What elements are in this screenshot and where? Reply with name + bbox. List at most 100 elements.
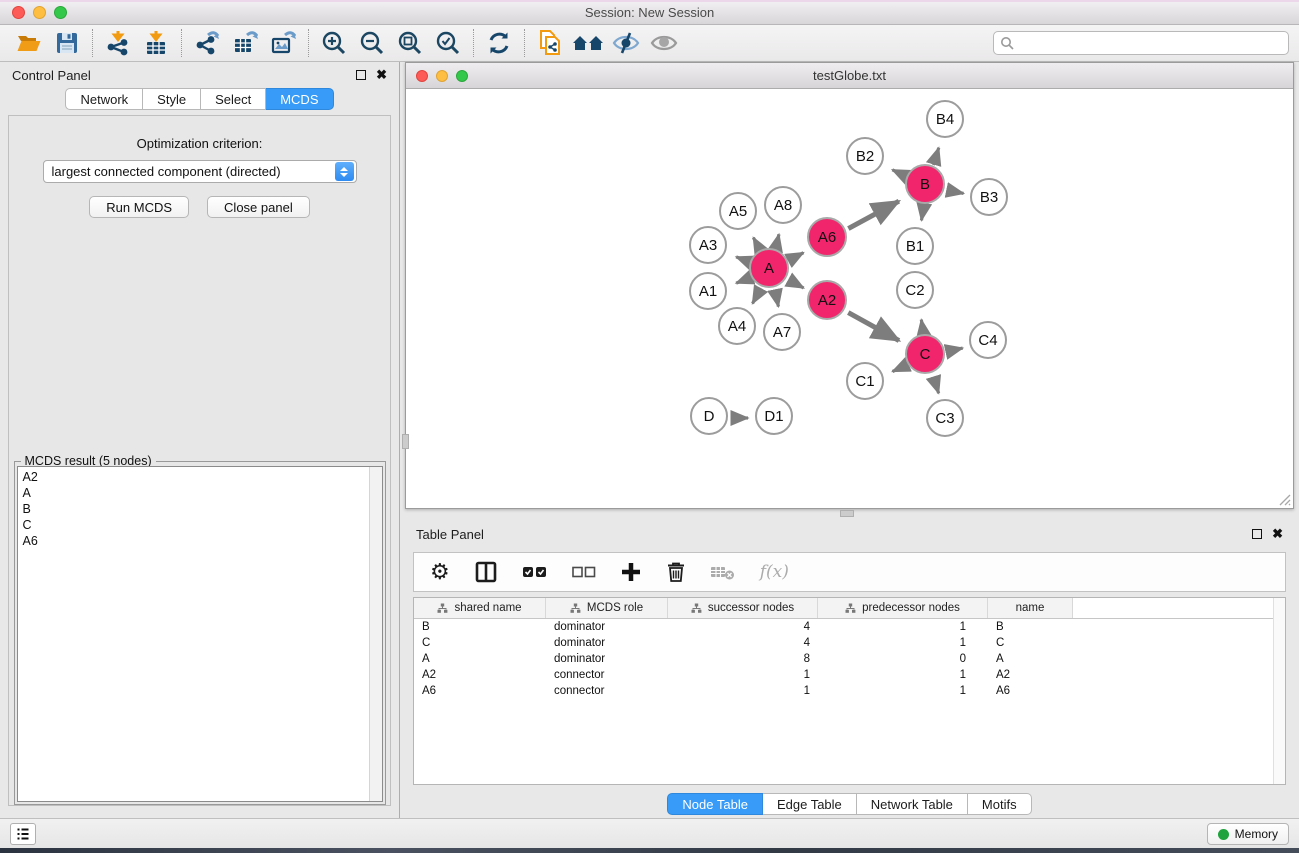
criterion-dropdown[interactable]: largest connected component (directed) xyxy=(43,160,357,183)
import-table-icon[interactable] xyxy=(137,27,175,59)
edge-A-A3[interactable] xyxy=(736,257,750,262)
hide-details-icon[interactable] xyxy=(607,27,645,59)
tab-mcds[interactable]: MCDS xyxy=(266,88,333,110)
bottom-splitter-handle[interactable] xyxy=(840,510,854,517)
edge-A-A2[interactable] xyxy=(790,281,803,288)
select-all-icon[interactable] xyxy=(522,557,548,587)
graph-node-b3[interactable]: B3 xyxy=(970,178,1008,216)
graph-node-d[interactable]: D xyxy=(690,397,728,435)
resize-grip[interactable] xyxy=(1277,492,1291,506)
result-scrollbar[interactable] xyxy=(369,467,382,801)
home-first-neighbors-icon[interactable] xyxy=(569,27,607,59)
function-builder-icon[interactable]: f(x) xyxy=(760,557,789,587)
search-input[interactable] xyxy=(1014,36,1282,50)
edge-C-C3[interactable] xyxy=(934,377,939,393)
close-panel-icon[interactable]: ✖ xyxy=(376,70,387,80)
edge-B-B3[interactable] xyxy=(949,190,964,193)
edge-A-A4[interactable] xyxy=(753,289,761,303)
network-zoom-button[interactable] xyxy=(456,70,468,82)
edge-A2-C[interactable] xyxy=(848,313,899,341)
show-details-icon[interactable] xyxy=(645,27,683,59)
deselect-all-icon[interactable] xyxy=(572,557,596,587)
tab-node-table[interactable]: Node Table xyxy=(667,793,763,815)
graph-node-c4[interactable]: C4 xyxy=(969,321,1007,359)
float-table-panel-icon[interactable] xyxy=(1252,529,1262,539)
export-network-icon[interactable] xyxy=(188,27,226,59)
edge-C-C1[interactable] xyxy=(893,365,907,371)
table-row[interactable]: Cdominator41C xyxy=(414,635,1285,651)
column-header-shared-name[interactable]: shared name xyxy=(414,598,546,618)
edge-A-A6[interactable] xyxy=(790,253,803,260)
close-window-button[interactable] xyxy=(12,6,25,19)
network-minimize-button[interactable] xyxy=(436,70,448,82)
edge-C-C2[interactable] xyxy=(921,320,923,335)
tab-network-table[interactable]: Network Table xyxy=(857,793,968,815)
graph-node-d1[interactable]: D1 xyxy=(755,397,793,435)
edge-A-A7[interactable] xyxy=(775,292,778,307)
duplicate-network-icon[interactable] xyxy=(531,27,569,59)
edge-A-A5[interactable] xyxy=(753,238,760,251)
delete-table-icon[interactable] xyxy=(710,557,736,587)
graph-node-a6[interactable]: A6 xyxy=(807,217,847,257)
table-row[interactable]: A6connector11A6 xyxy=(414,683,1285,699)
close-table-panel-icon[interactable]: ✖ xyxy=(1272,529,1283,539)
graph-node-a4[interactable]: A4 xyxy=(718,307,756,345)
zoom-in-icon[interactable] xyxy=(315,27,353,59)
table-scrollbar[interactable] xyxy=(1273,598,1285,784)
graph-node-b[interactable]: B xyxy=(905,164,945,204)
tab-edge-table[interactable]: Edge Table xyxy=(763,793,857,815)
export-image-icon[interactable] xyxy=(264,27,302,59)
graph-node-b2[interactable]: B2 xyxy=(846,137,884,175)
left-splitter-handle[interactable] xyxy=(402,434,409,449)
table-settings-icon[interactable]: ⚙ xyxy=(430,557,450,587)
mcds-result-item[interactable]: B xyxy=(18,501,382,517)
mcds-result-item[interactable]: C xyxy=(18,517,382,533)
run-mcds-button[interactable]: Run MCDS xyxy=(89,196,189,218)
edge-A-A8[interactable] xyxy=(776,234,779,248)
column-header-name[interactable]: name xyxy=(988,598,1073,618)
open-file-icon[interactable] xyxy=(10,27,48,59)
zoom-window-button[interactable] xyxy=(54,6,67,19)
column-header-predecessor-nodes[interactable]: predecessor nodes xyxy=(818,598,988,618)
import-network-icon[interactable] xyxy=(99,27,137,59)
tab-select[interactable]: Select xyxy=(201,88,266,110)
table-row[interactable]: Adominator80A xyxy=(414,651,1285,667)
column-header-mcds-role[interactable]: MCDS role xyxy=(546,598,668,618)
save-session-icon[interactable] xyxy=(48,27,86,59)
mcds-result-item[interactable]: A xyxy=(18,485,382,501)
refresh-layout-icon[interactable] xyxy=(480,27,518,59)
network-close-button[interactable] xyxy=(416,70,428,82)
edge-B-B2[interactable] xyxy=(892,170,907,177)
edge-B-B1[interactable] xyxy=(921,208,923,221)
add-column-icon[interactable] xyxy=(620,557,642,587)
memory-button[interactable]: Memory xyxy=(1207,823,1289,845)
export-table-icon[interactable] xyxy=(226,27,264,59)
tab-network[interactable]: Network xyxy=(65,88,143,110)
network-canvas[interactable]: B4B2BB3A5A8A6B1A3AA1C2A2A4A7C4CC1C3DD1 xyxy=(406,89,1293,508)
graph-node-a3[interactable]: A3 xyxy=(689,226,727,264)
graph-node-c2[interactable]: C2 xyxy=(896,271,934,309)
graph-node-a8[interactable]: A8 xyxy=(764,186,802,224)
show-columns-icon[interactable] xyxy=(474,557,498,587)
column-header-successor-nodes[interactable]: successor nodes xyxy=(668,598,818,618)
edge-B-B4[interactable] xyxy=(933,148,938,165)
mcds-result-item[interactable]: A6 xyxy=(18,533,382,549)
zoom-selected-icon[interactable] xyxy=(429,27,467,59)
graph-node-a5[interactable]: A5 xyxy=(719,192,757,230)
minimize-window-button[interactable] xyxy=(33,6,46,19)
edge-A-A1[interactable] xyxy=(736,278,750,283)
delete-column-icon[interactable] xyxy=(666,557,686,587)
task-history-button[interactable] xyxy=(10,823,36,845)
close-panel-button[interactable]: Close panel xyxy=(207,196,310,218)
zoom-fit-icon[interactable] xyxy=(391,27,429,59)
float-panel-icon[interactable] xyxy=(356,70,366,80)
graph-node-c[interactable]: C xyxy=(905,334,945,374)
mcds-result-item[interactable]: A2 xyxy=(18,469,382,485)
table-row[interactable]: A2connector11A2 xyxy=(414,667,1285,683)
graph-node-a[interactable]: A xyxy=(749,248,789,288)
graph-node-c3[interactable]: C3 xyxy=(926,399,964,437)
graph-node-b4[interactable]: B4 xyxy=(926,100,964,138)
tab-motifs[interactable]: Motifs xyxy=(968,793,1032,815)
graph-node-a1[interactable]: A1 xyxy=(689,272,727,310)
zoom-out-icon[interactable] xyxy=(353,27,391,59)
